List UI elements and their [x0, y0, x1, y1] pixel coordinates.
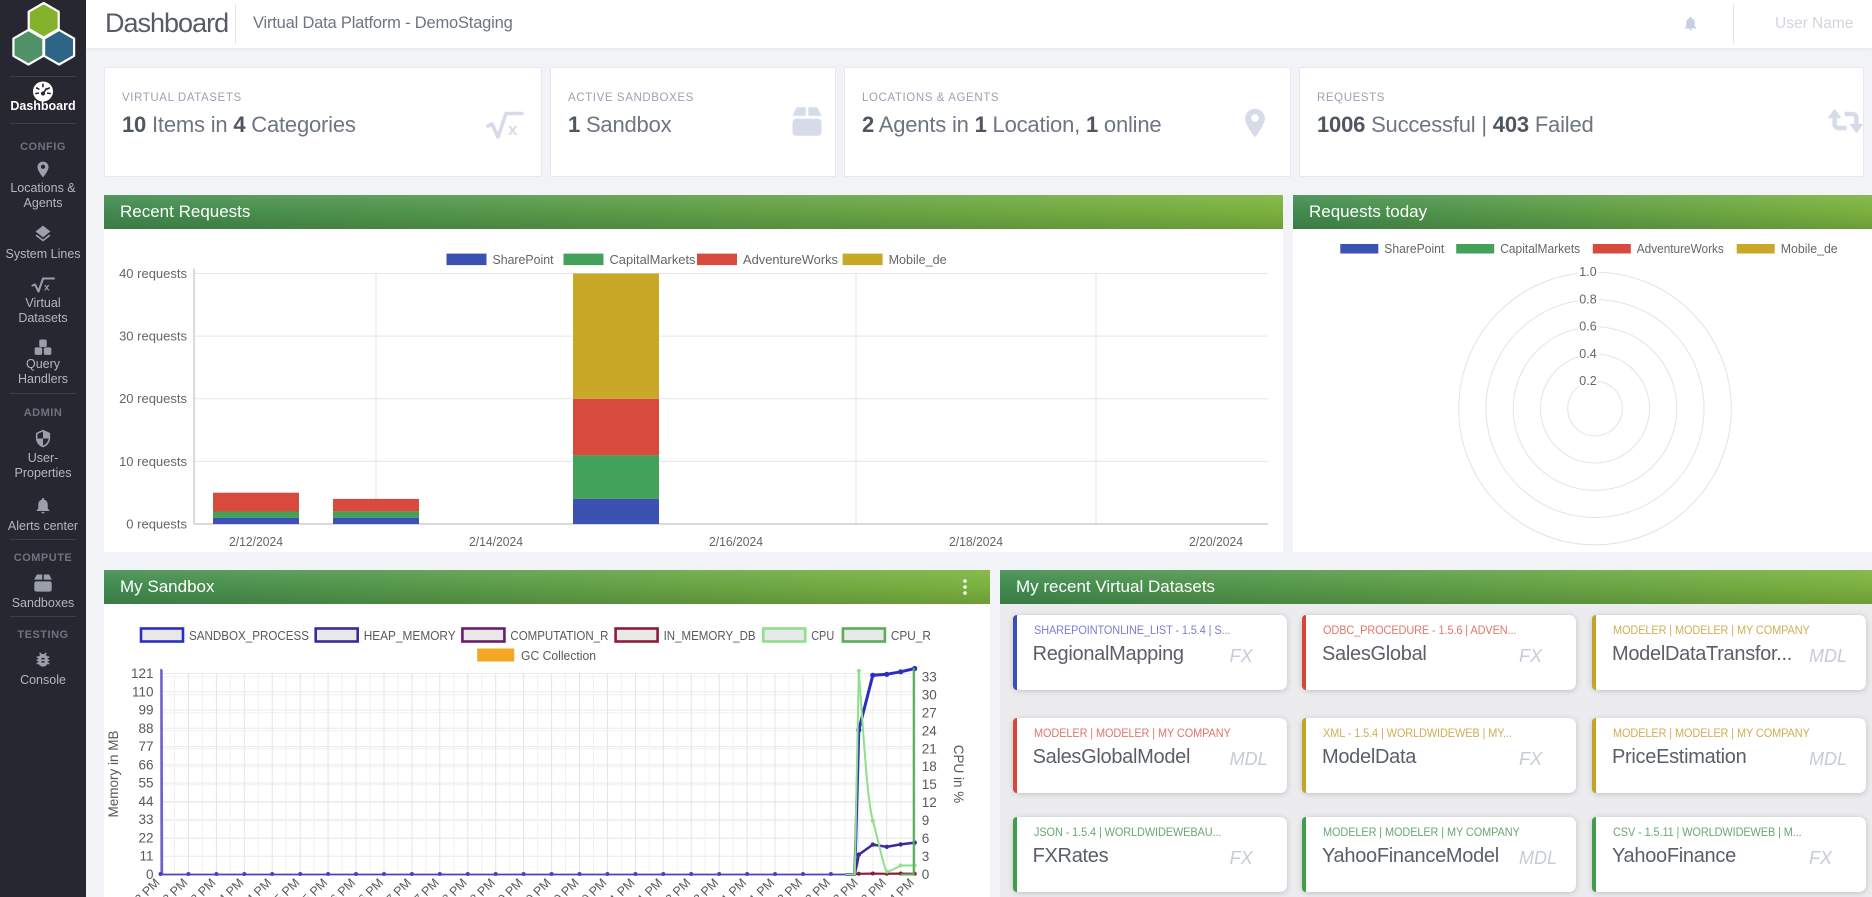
svg-text:11: 11	[139, 849, 153, 864]
svg-text:0.4: 0.4	[1579, 347, 1596, 361]
svg-text:5 PM: 5 PM	[300, 876, 331, 897]
svg-text:12: 12	[922, 795, 937, 810]
svg-text:30 requests: 30 requests	[119, 329, 187, 344]
svg-text:1 PM: 1 PM	[719, 876, 750, 897]
svg-text:3 PM: 3 PM	[858, 876, 889, 897]
svg-text:CPU in %: CPU in %	[951, 745, 966, 804]
svg-text:15: 15	[922, 777, 937, 792]
svg-text:3 PM: 3 PM	[160, 876, 191, 897]
svg-text:IN_MEMORY_DB: IN_MEMORY_DB	[664, 628, 756, 643]
svg-text:5 PM: 5 PM	[272, 876, 303, 897]
svg-text:24: 24	[922, 723, 938, 738]
svg-text:88: 88	[138, 721, 153, 736]
svg-text:6 PM: 6 PM	[356, 876, 387, 897]
svg-text:20 requests: 20 requests	[119, 391, 187, 406]
svg-text:99: 99	[138, 703, 153, 718]
svg-text:7 PM: 7 PM	[411, 876, 442, 897]
svg-text:2/20/2024: 2/20/2024	[1189, 534, 1243, 549]
svg-text:9: 9	[922, 813, 930, 828]
svg-text:110: 110	[132, 684, 154, 699]
svg-text:33: 33	[138, 812, 153, 827]
svg-text:4 PM: 4 PM	[886, 876, 917, 897]
svg-text:2/12/2024: 2/12/2024	[229, 534, 283, 549]
svg-text:77: 77	[138, 739, 153, 754]
svg-text:2/18/2024: 2/18/2024	[949, 534, 1003, 549]
svg-text:Mobile_de: Mobile_de	[1781, 242, 1838, 256]
svg-text:66: 66	[138, 757, 153, 772]
svg-text:8 PM: 8 PM	[467, 876, 498, 897]
svg-text:HEAP_MEMORY: HEAP_MEMORY	[364, 628, 456, 643]
svg-text:22: 22	[138, 831, 153, 846]
svg-text:9 PM: 9 PM	[523, 876, 554, 897]
svg-text:2/16/2024: 2/16/2024	[709, 534, 763, 549]
svg-text:1 PM: 1 PM	[747, 876, 778, 897]
svg-text:33: 33	[922, 669, 937, 684]
svg-text:0 requests: 0 requests	[126, 517, 187, 532]
svg-text:0.6: 0.6	[1579, 320, 1596, 334]
svg-text:0: 0	[922, 867, 930, 882]
svg-text:9 PM: 9 PM	[495, 876, 526, 897]
svg-text:2 PM: 2 PM	[775, 876, 806, 897]
svg-text:8 PM: 8 PM	[439, 876, 470, 897]
svg-text:COMPUTATION_R: COMPUTATION_R	[510, 628, 608, 643]
svg-text:Memory in MB: Memory in MB	[106, 730, 121, 817]
svg-text:40 requests: 40 requests	[119, 266, 187, 281]
svg-text:SANDBOX_PROCESS: SANDBOX_PROCESS	[189, 628, 309, 643]
svg-text:CPU: CPU	[811, 628, 834, 643]
svg-text:x: x	[508, 120, 518, 139]
svg-text:3 PM: 3 PM	[188, 876, 219, 897]
svg-text:1.0: 1.0	[1579, 265, 1596, 279]
svg-text:6: 6	[922, 831, 930, 846]
svg-text:27: 27	[922, 705, 937, 720]
svg-text:AdventureWorks: AdventureWorks	[743, 252, 838, 267]
svg-text:SharePoint: SharePoint	[493, 252, 554, 267]
svg-text:6 PM: 6 PM	[328, 876, 359, 897]
svg-text:18: 18	[922, 759, 937, 774]
svg-text:30: 30	[922, 687, 937, 702]
svg-text:44: 44	[138, 794, 154, 809]
svg-text:2/14/2024: 2/14/2024	[469, 534, 523, 549]
svg-text:55: 55	[138, 776, 153, 791]
svg-text:4 PM: 4 PM	[244, 876, 275, 897]
svg-text:0.2: 0.2	[1579, 374, 1596, 388]
svg-text:Mobile_de: Mobile_de	[889, 252, 947, 267]
svg-text:121: 121	[131, 666, 154, 681]
svg-text:10 requests: 10 requests	[119, 454, 187, 469]
svg-text:2 PM: 2 PM	[802, 876, 833, 897]
svg-text:CapitalMarkets: CapitalMarkets	[1500, 242, 1580, 256]
svg-text:0.8: 0.8	[1579, 293, 1596, 307]
svg-text:7 PM: 7 PM	[383, 876, 414, 897]
svg-text:21: 21	[922, 741, 937, 756]
svg-text:3 PM: 3 PM	[830, 876, 861, 897]
svg-text:4 PM: 4 PM	[216, 876, 247, 897]
svg-text:x: x	[44, 283, 50, 294]
svg-text:SharePoint: SharePoint	[1384, 242, 1444, 256]
svg-text:CPU_R: CPU_R	[891, 628, 931, 643]
svg-text:GC Collection: GC Collection	[521, 648, 596, 663]
svg-text:CapitalMarkets: CapitalMarkets	[610, 252, 696, 267]
svg-text:3: 3	[922, 849, 930, 864]
svg-text:AdventureWorks: AdventureWorks	[1637, 242, 1724, 256]
